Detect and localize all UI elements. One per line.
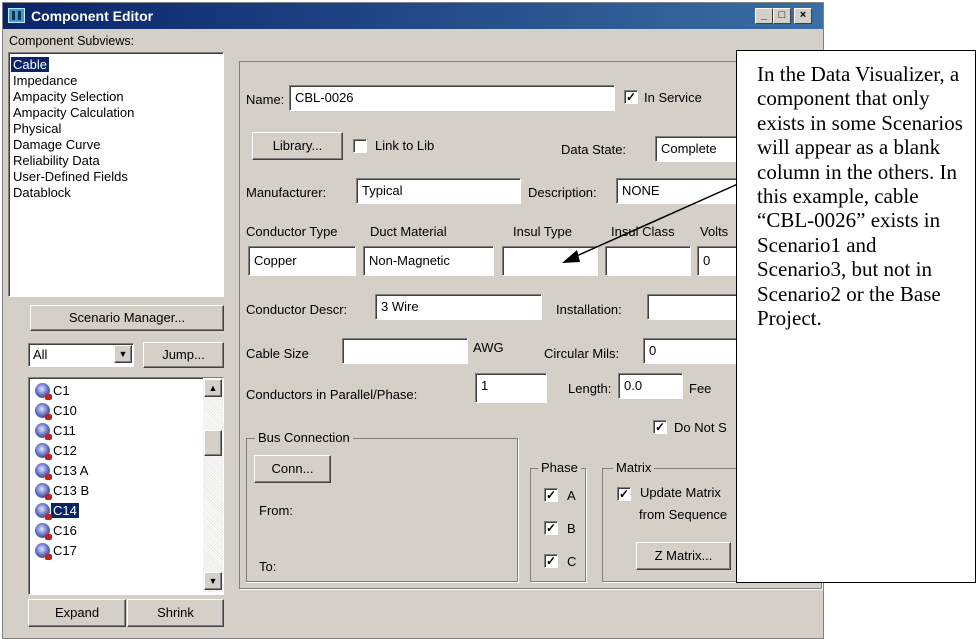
annotation-callout: In the Data Visualizer, a component that… [736,50,976,583]
